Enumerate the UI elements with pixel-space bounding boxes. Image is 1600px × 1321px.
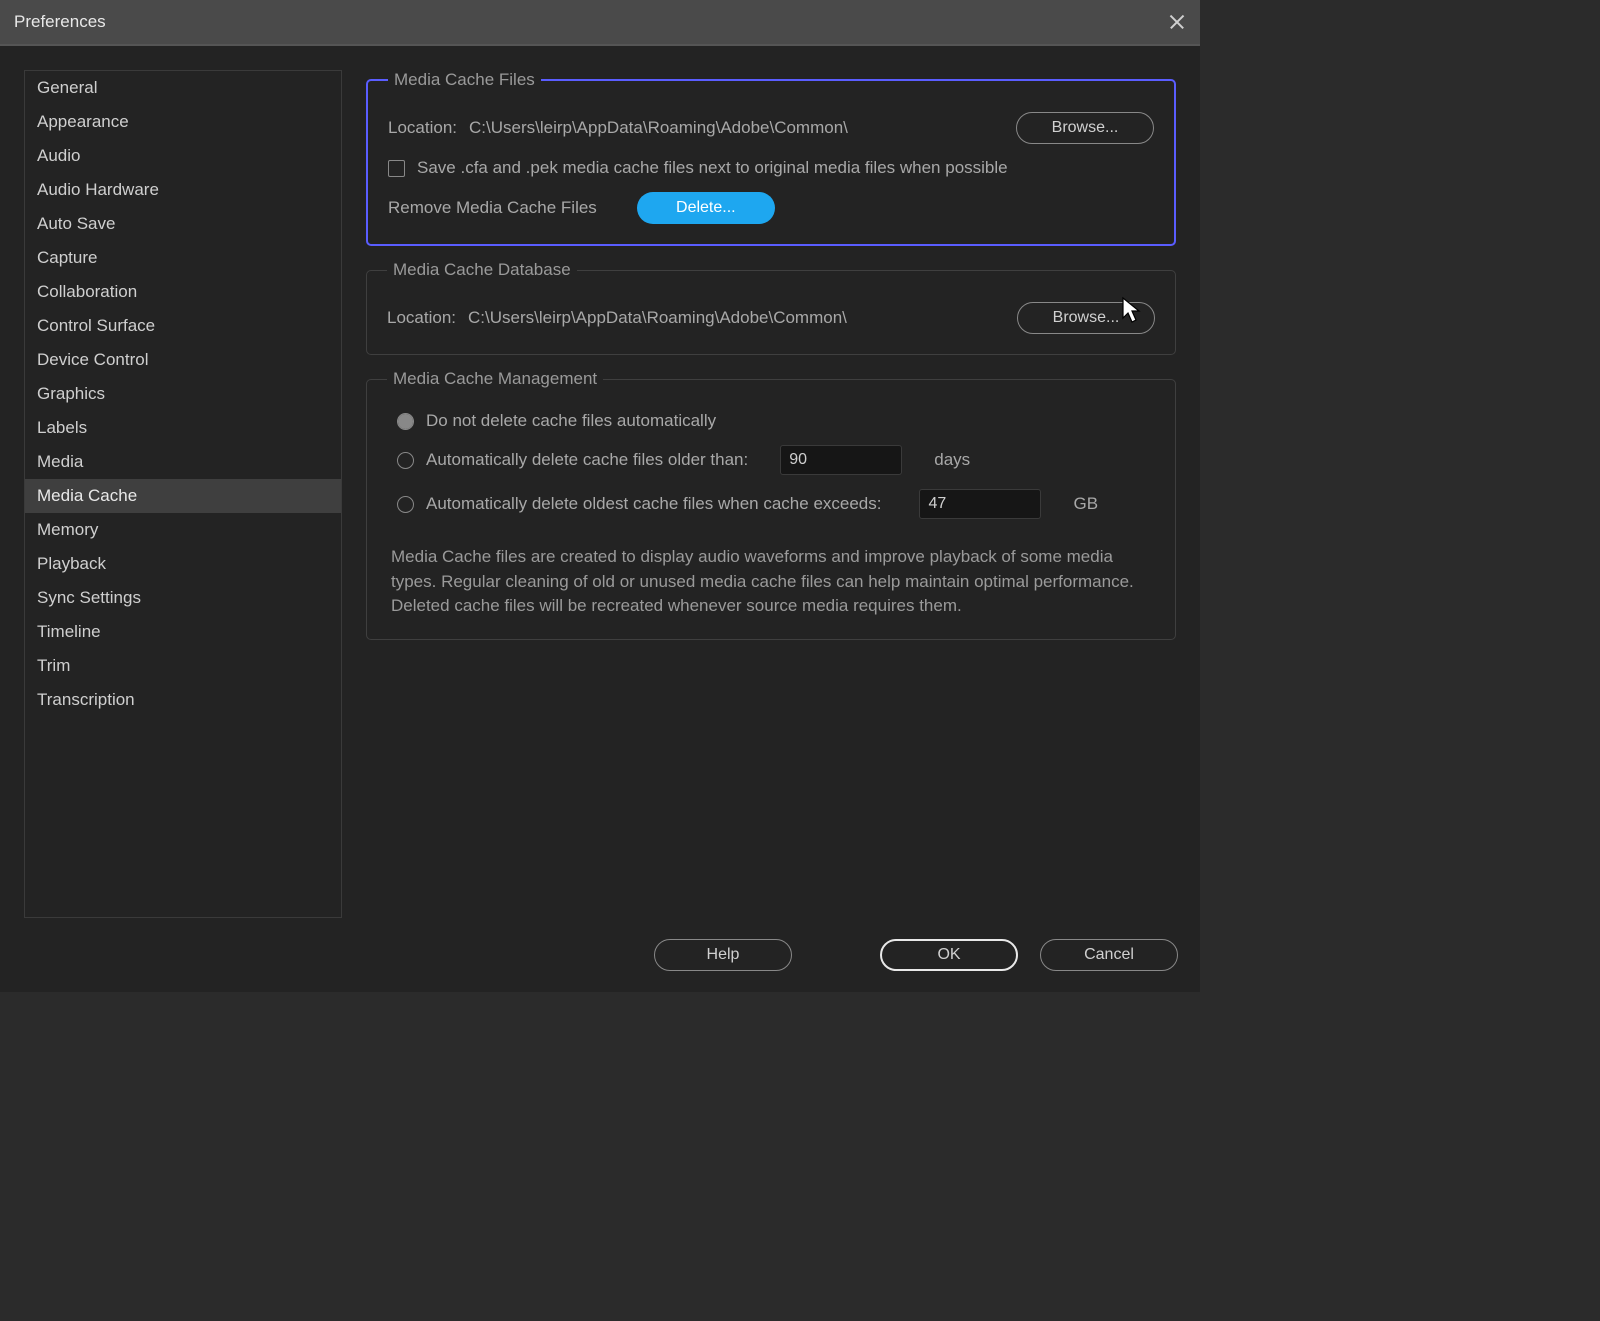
sidebar-item-labels[interactable]: Labels xyxy=(25,411,341,445)
sidebar-item-audio[interactable]: Audio xyxy=(25,139,341,173)
browse-cache-files-button[interactable]: Browse... xyxy=(1016,112,1154,144)
cancel-button[interactable]: Cancel xyxy=(1040,939,1178,971)
sidebar-item-general[interactable]: General xyxy=(25,71,341,105)
section-media-cache-database: Media Cache Database Location: C:\Users\… xyxy=(366,260,1176,355)
radio-older-than-label: Automatically delete cache files older t… xyxy=(426,450,748,470)
days-input[interactable] xyxy=(780,445,902,475)
close-icon[interactable] xyxy=(1168,13,1186,31)
sidebar-item-device-control[interactable]: Device Control xyxy=(25,343,341,377)
radio-do-not-delete[interactable] xyxy=(397,413,414,430)
save-cfa-pek-label: Save .cfa and .pek media cache files nex… xyxy=(417,158,1008,178)
dialog-title: Preferences xyxy=(14,12,106,32)
gb-unit: GB xyxy=(1073,494,1098,514)
ok-button[interactable]: OK xyxy=(880,939,1018,971)
preferences-sidebar: GeneralAppearanceAudioAudio HardwareAuto… xyxy=(24,70,342,918)
sidebar-item-control-surface[interactable]: Control Surface xyxy=(25,309,341,343)
section-legend: Media Cache Files xyxy=(388,70,541,90)
section-media-cache-files: Media Cache Files Location: C:\Users\lei… xyxy=(366,70,1176,246)
sidebar-item-appearance[interactable]: Appearance xyxy=(25,105,341,139)
sidebar-item-graphics[interactable]: Graphics xyxy=(25,377,341,411)
sidebar-item-capture[interactable]: Capture xyxy=(25,241,341,275)
section-media-cache-management: Media Cache Management Do not delete cac… xyxy=(366,369,1176,640)
sidebar-item-audio-hardware[interactable]: Audio Hardware xyxy=(25,173,341,207)
cache-info-text: Media Cache files are created to display… xyxy=(387,545,1155,619)
gb-input[interactable] xyxy=(919,489,1041,519)
sidebar-item-trim[interactable]: Trim xyxy=(25,649,341,683)
sidebar-item-media[interactable]: Media xyxy=(25,445,341,479)
days-unit: days xyxy=(934,450,970,470)
sidebar-item-timeline[interactable]: Timeline xyxy=(25,615,341,649)
section-legend: Media Cache Database xyxy=(387,260,577,280)
sidebar-item-media-cache[interactable]: Media Cache xyxy=(25,479,341,513)
cache-files-location-path: C:\Users\leirp\AppData\Roaming\Adobe\Com… xyxy=(469,118,1004,138)
preferences-main: Media Cache Files Location: C:\Users\lei… xyxy=(366,70,1184,918)
sidebar-item-auto-save[interactable]: Auto Save xyxy=(25,207,341,241)
sidebar-item-transcription[interactable]: Transcription xyxy=(25,683,341,717)
dialog-body: GeneralAppearanceAudioAudio HardwareAuto… xyxy=(0,46,1200,918)
location-label: Location: xyxy=(387,308,456,328)
sidebar-item-playback[interactable]: Playback xyxy=(25,547,341,581)
radio-exceeds[interactable] xyxy=(397,496,414,513)
sidebar-item-memory[interactable]: Memory xyxy=(25,513,341,547)
browse-cache-db-button[interactable]: Browse... xyxy=(1017,302,1155,334)
radio-do-not-delete-label: Do not delete cache files automatically xyxy=(426,411,716,431)
help-button[interactable]: Help xyxy=(654,939,792,971)
cache-db-location-path: C:\Users\leirp\AppData\Roaming\Adobe\Com… xyxy=(468,308,1005,328)
titlebar: Preferences xyxy=(0,0,1200,46)
section-legend: Media Cache Management xyxy=(387,369,603,389)
remove-cache-label: Remove Media Cache Files xyxy=(388,198,597,218)
sidebar-item-sync-settings[interactable]: Sync Settings xyxy=(25,581,341,615)
delete-cache-files-button[interactable]: Delete... xyxy=(637,192,775,224)
preferences-dialog: Preferences GeneralAppearanceAudioAudio … xyxy=(0,0,1200,992)
radio-exceeds-label: Automatically delete oldest cache files … xyxy=(426,494,881,514)
sidebar-item-collaboration[interactable]: Collaboration xyxy=(25,275,341,309)
save-cfa-pek-checkbox[interactable] xyxy=(388,160,405,177)
dialog-footer: Help OK Cancel xyxy=(0,918,1200,992)
radio-older-than[interactable] xyxy=(397,452,414,469)
location-label: Location: xyxy=(388,118,457,138)
